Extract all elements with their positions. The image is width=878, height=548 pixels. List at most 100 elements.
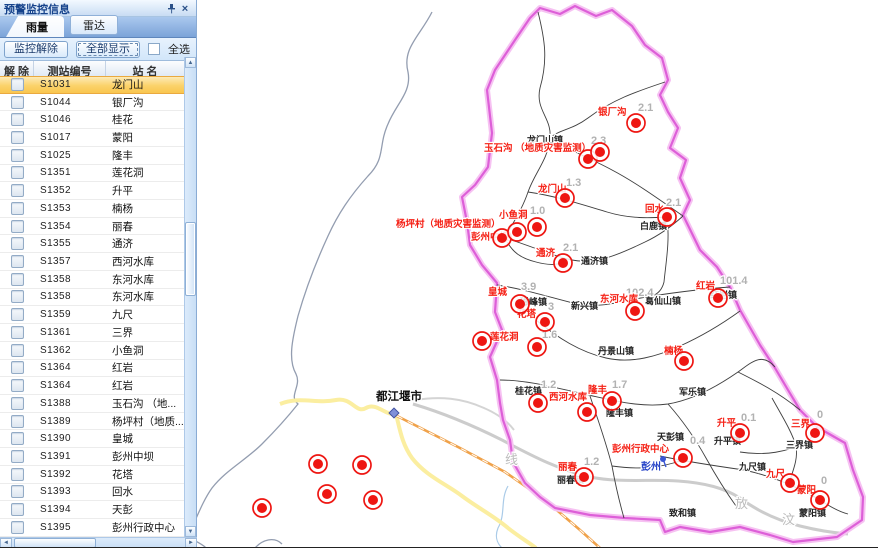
station-marker[interactable] — [536, 313, 554, 331]
station-marker[interactable] — [627, 114, 645, 132]
row-checkbox[interactable] — [11, 78, 24, 91]
row-checkbox[interactable] — [11, 379, 24, 392]
table-row[interactable]: S1395彭州行政中心 — [0, 519, 185, 537]
table-row[interactable]: S1388玉石沟 （地... — [0, 395, 185, 413]
station-marker[interactable] — [529, 394, 547, 412]
table-row[interactable]: S1394天彭 — [0, 501, 185, 519]
row-checkbox[interactable] — [11, 96, 24, 109]
vertical-scroll-thumb[interactable] — [185, 222, 196, 296]
station-marker[interactable] — [603, 392, 621, 410]
station-name: 丽春 — [106, 219, 185, 234]
station-marker[interactable] — [575, 468, 593, 486]
row-checkbox[interactable] — [11, 202, 24, 215]
close-icon[interactable]: × — [178, 2, 192, 15]
station-marker[interactable] — [731, 424, 749, 442]
table-row[interactable]: S1391彭州中坝 — [0, 448, 185, 466]
vertical-scrollbar[interactable]: ▲ ▼ — [184, 57, 196, 537]
station-marker[interactable] — [811, 491, 829, 509]
tab-rainfall[interactable]: 雨量 — [6, 16, 64, 37]
station-marker[interactable] — [554, 254, 572, 272]
table-row[interactable]: S1392花塔 — [0, 466, 185, 484]
row-checkbox[interactable] — [11, 308, 24, 321]
table-row[interactable]: S1353楠杨 — [0, 200, 185, 218]
table-row[interactable]: S1389杨坪村（地质... — [0, 413, 185, 431]
station-marker[interactable] — [591, 143, 609, 161]
station-marker[interactable] — [473, 332, 491, 350]
rainfall-value: 0 — [821, 475, 827, 487]
row-checkbox[interactable] — [11, 237, 24, 250]
row-checkbox[interactable] — [11, 113, 24, 126]
toolbar: 监控解除 全部显示 全选 — [0, 38, 196, 61]
horizontal-scroll-thumb[interactable] — [14, 538, 96, 548]
station-marker[interactable] — [675, 352, 693, 370]
station-marker[interactable] — [511, 295, 529, 313]
row-checkbox[interactable] — [11, 415, 24, 428]
station-marker[interactable] — [578, 403, 596, 421]
station-marker[interactable] — [353, 456, 371, 474]
row-checkbox[interactable] — [11, 166, 24, 179]
table-row[interactable]: S1361三界 — [0, 324, 185, 342]
station-marker[interactable] — [709, 289, 727, 307]
row-checkbox[interactable] — [11, 326, 24, 339]
horizontal-scrollbar[interactable]: ◄ ► — [0, 537, 197, 548]
table-row[interactable]: S1046桂花 — [0, 111, 185, 129]
row-checkbox[interactable] — [11, 290, 24, 303]
row-checkbox[interactable] — [11, 485, 24, 498]
table-row[interactable]: S1390皇城 — [0, 430, 185, 448]
station-marker[interactable] — [781, 474, 799, 492]
table-row[interactable]: S1354丽春 — [0, 218, 185, 236]
table-row[interactable]: S1017蒙阳 — [0, 129, 185, 147]
scroll-left-arrow[interactable]: ◄ — [0, 538, 12, 548]
table-row[interactable]: S1351莲花洞 — [0, 165, 185, 183]
station-marker[interactable] — [508, 223, 526, 241]
station-name: 通济 — [106, 236, 185, 251]
table-row[interactable]: S1359九尺 — [0, 306, 185, 324]
release-monitor-button[interactable]: 监控解除 — [4, 41, 68, 58]
table-row[interactable]: S1357西河水库 — [0, 253, 185, 271]
row-checkbox[interactable] — [11, 503, 24, 516]
table-row[interactable]: S1025隆丰 — [0, 147, 185, 165]
row-checkbox[interactable] — [11, 521, 24, 534]
table-row[interactable]: S1358东河水库 — [0, 289, 185, 307]
table-row[interactable]: S1355通济 — [0, 235, 185, 253]
table-row[interactable]: S1358东河水库 — [0, 271, 185, 289]
station-marker[interactable] — [318, 485, 336, 503]
table-row[interactable]: S1364红岩 — [0, 360, 185, 378]
station-marker[interactable] — [364, 491, 382, 509]
station-marker[interactable] — [658, 208, 676, 226]
table-row[interactable]: S1393回水 — [0, 484, 185, 502]
table-row[interactable]: S1362小鱼洞 — [0, 342, 185, 360]
pin-icon[interactable] — [164, 2, 178, 15]
station-marker[interactable] — [556, 189, 574, 207]
station-marker[interactable] — [806, 424, 824, 442]
show-all-button[interactable]: 全部显示 — [76, 41, 140, 58]
row-checkbox[interactable] — [11, 255, 24, 268]
row-checkbox[interactable] — [11, 184, 24, 197]
station-marker[interactable] — [528, 218, 546, 236]
station-marker[interactable] — [674, 449, 692, 467]
scroll-up-arrow[interactable]: ▲ — [185, 57, 196, 68]
table-row[interactable]: S1031龙门山 — [0, 76, 185, 94]
scroll-right-arrow[interactable]: ► — [185, 538, 197, 548]
table-row[interactable]: S1044银厂沟 — [0, 94, 185, 112]
row-checkbox[interactable] — [11, 149, 24, 162]
row-checkbox[interactable] — [11, 273, 24, 286]
table-row[interactable]: S1352升平 — [0, 182, 185, 200]
row-checkbox[interactable] — [11, 468, 24, 481]
row-checkbox[interactable] — [11, 344, 24, 357]
station-marker[interactable] — [309, 455, 327, 473]
row-checkbox[interactable] — [11, 220, 24, 233]
station-marker[interactable] — [253, 499, 271, 517]
neighbor-boundary-2 — [255, 540, 282, 548]
select-all-checkbox[interactable] — [148, 43, 160, 55]
row-checkbox[interactable] — [11, 361, 24, 374]
station-marker[interactable] — [528, 338, 546, 356]
row-checkbox[interactable] — [11, 131, 24, 144]
row-checkbox[interactable] — [11, 397, 24, 410]
tab-radar[interactable]: 雷达 — [70, 15, 118, 35]
row-checkbox[interactable] — [11, 432, 24, 445]
row-checkbox[interactable] — [11, 450, 24, 463]
station-marker[interactable] — [626, 302, 644, 320]
scroll-down-arrow[interactable]: ▼ — [185, 526, 196, 537]
table-row[interactable]: S1364红岩 — [0, 377, 185, 395]
